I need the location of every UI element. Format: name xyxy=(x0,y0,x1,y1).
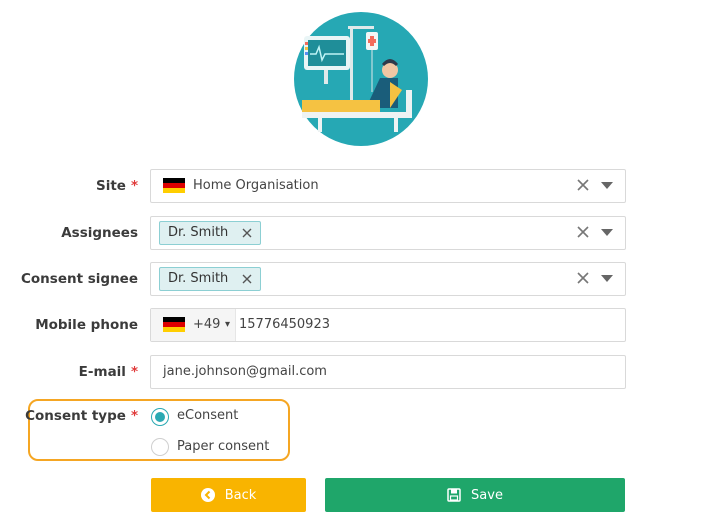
consent-type-label: Consent type * xyxy=(25,408,138,424)
mobile-phone-label: Mobile phone xyxy=(35,317,138,333)
site-row: Site * Home Organisation xyxy=(0,169,712,203)
mobile-phone-field: +49 ▾ 15776450923 xyxy=(150,308,626,342)
site-select[interactable]: Home Organisation xyxy=(150,169,626,203)
germany-flag-icon xyxy=(163,317,185,332)
econsent-radio[interactable] xyxy=(151,408,169,426)
consent-signee-label: Consent signee xyxy=(21,271,138,287)
chevron-down-icon[interactable] xyxy=(601,182,613,189)
chevron-down-icon[interactable] xyxy=(601,229,613,236)
country-code-value: +49 xyxy=(193,317,221,332)
remove-tag-icon[interactable] xyxy=(241,273,253,285)
assignees-row: Assignees Dr. Smith xyxy=(0,216,712,250)
email-row: E-mail * jane.johnson@gmail.com xyxy=(0,355,712,389)
consent-signee-row: Consent signee Dr. Smith xyxy=(0,262,712,296)
email-field[interactable]: jane.johnson@gmail.com xyxy=(150,355,626,389)
arrow-left-circle-icon xyxy=(200,488,215,502)
clear-icon[interactable] xyxy=(575,224,591,240)
required-marker: * xyxy=(130,364,138,380)
phone-number-input[interactable]: 15776450923 xyxy=(239,309,330,341)
assignees-label: Assignees xyxy=(61,225,138,241)
required-marker: * xyxy=(130,408,138,424)
required-marker: * xyxy=(130,178,138,194)
clear-icon[interactable] xyxy=(575,177,591,193)
site-value: Home Organisation xyxy=(193,178,319,193)
consent-signee-select[interactable]: Dr. Smith xyxy=(150,262,626,296)
email-label: E-mail * xyxy=(78,364,138,380)
save-button-label: Save xyxy=(471,487,503,503)
floppy-disk-icon xyxy=(447,488,461,502)
country-code-caret-icon: ▾ xyxy=(225,319,231,330)
mobile-phone-row: Mobile phone +49 ▾ 15776450923 xyxy=(0,308,712,342)
email-value: jane.johnson@gmail.com xyxy=(163,364,327,379)
paper-consent-label[interactable]: Paper consent xyxy=(177,439,269,454)
hospital-patient-illustration xyxy=(294,12,428,146)
consent-signee-tag-label: Dr. Smith xyxy=(168,271,229,286)
paper-consent-radio[interactable] xyxy=(151,438,169,456)
site-label: Site * xyxy=(95,178,138,194)
assignee-tag-label: Dr. Smith xyxy=(168,225,229,240)
clear-icon[interactable] xyxy=(575,270,591,286)
remove-tag-icon[interactable] xyxy=(241,227,253,239)
consent-signee-tag: Dr. Smith xyxy=(159,267,262,291)
assignee-tag: Dr. Smith xyxy=(159,221,262,245)
chevron-down-icon[interactable] xyxy=(601,275,613,282)
back-button-label: Back xyxy=(224,487,257,503)
save-button[interactable]: Save xyxy=(325,478,625,512)
assignees-select[interactable]: Dr. Smith xyxy=(150,216,626,250)
country-code-select[interactable]: +49 ▾ xyxy=(151,309,236,341)
econsent-label[interactable]: eConsent xyxy=(177,408,238,423)
back-button[interactable]: Back xyxy=(151,478,306,512)
germany-flag-icon xyxy=(163,178,185,193)
